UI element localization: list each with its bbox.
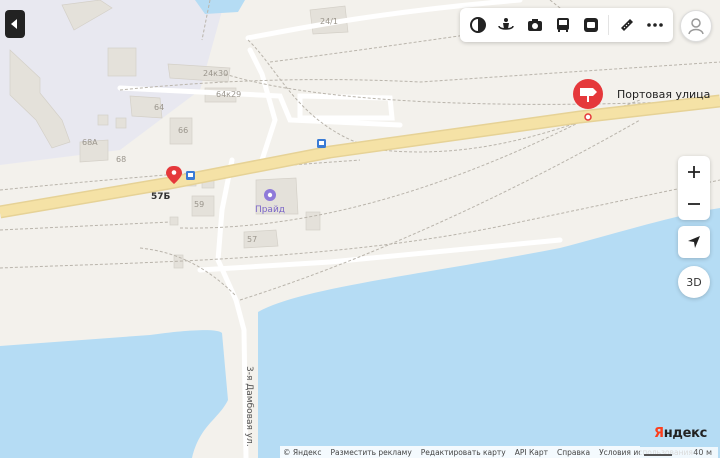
place-label: Портовая улица [617, 88, 710, 101]
footer-link[interactable]: © Яндекс [283, 448, 321, 457]
ruler-icon [620, 19, 633, 31]
layers-button[interactable] [464, 10, 492, 40]
chevron-left-icon [11, 19, 17, 29]
minus-icon [688, 203, 700, 205]
building-number: 64к29 [216, 90, 241, 99]
photo-button[interactable] [521, 10, 549, 40]
more-icon [647, 23, 663, 27]
scale-indicator: 40 м [640, 447, 718, 458]
map-toolbar [460, 8, 673, 42]
yandex-logo[interactable]: Яндекс [654, 426, 707, 441]
address-label: 57Б [151, 192, 171, 202]
traffic-icon [584, 18, 599, 32]
building-number: 24/1 [320, 17, 338, 26]
3d-mode-button[interactable]: 3D [678, 266, 710, 298]
building-number: 68А [82, 138, 98, 147]
ruler-button[interactable] [612, 10, 640, 40]
building [169, 216, 179, 226]
plus-icon [688, 166, 700, 178]
more-button[interactable] [641, 10, 669, 40]
locate-button[interactable] [678, 226, 710, 258]
map-canvas[interactable]: 24/1 24к30 64к29 64 66 68А 68 59 57 Прайд 3-я Да… [0, 0, 720, 458]
profile-button[interactable] [680, 10, 712, 42]
footer-link[interactable]: Редактировать карту [421, 448, 506, 457]
user-icon [688, 18, 704, 35]
toolbar-divider [608, 15, 610, 35]
poi-label: Прайд [255, 205, 285, 215]
bus-stop-icon[interactable] [317, 139, 326, 148]
building-number: 64 [154, 103, 164, 112]
traffic-button[interactable] [577, 10, 605, 40]
locate-arrow-icon [688, 236, 700, 248]
map-footer-links: © Яндекс Разместить рекламу Редактировать … [280, 446, 693, 458]
logo-initial: Я [654, 426, 664, 441]
layers-icon [470, 17, 487, 33]
zoom-control [678, 156, 710, 220]
3d-label: 3D [686, 275, 702, 289]
scale-bar [644, 454, 672, 456]
building [115, 117, 127, 129]
bus-stop-icon[interactable] [186, 171, 195, 180]
building-number: 57 [247, 235, 257, 244]
logo-rest: ндекс [663, 426, 708, 441]
building [107, 47, 137, 77]
street-label: 3-я Дамбовая ул. [244, 366, 254, 447]
transit-button[interactable] [549, 10, 577, 40]
scale-label: 40 м [693, 448, 712, 457]
water-left [0, 330, 228, 458]
building-number: 66 [178, 126, 188, 135]
building [305, 211, 321, 231]
building [97, 114, 109, 126]
footer-link[interactable]: Справка [557, 448, 590, 457]
photo-icon [527, 19, 542, 31]
panorama-button[interactable] [492, 10, 520, 40]
building-number: 68 [116, 155, 126, 164]
sidebar-toggle-button[interactable] [5, 10, 25, 38]
footer-link[interactable]: Разместить рекламу [330, 448, 411, 457]
zoom-out-button[interactable] [678, 188, 710, 220]
panorama-icon [498, 18, 515, 30]
building-number: 24к30 [203, 69, 228, 78]
footer-link[interactable]: API Карт [515, 448, 548, 457]
building-number: 59 [194, 200, 204, 209]
zoom-in-button[interactable] [678, 156, 710, 188]
transit-icon [557, 18, 570, 32]
